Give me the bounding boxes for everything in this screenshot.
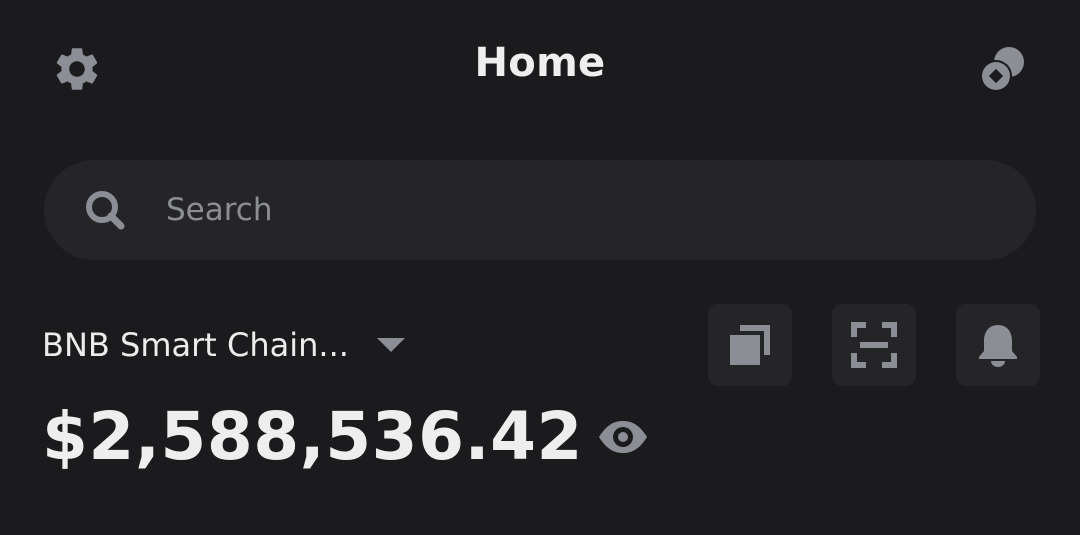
page-title-container: Home (0, 40, 1080, 86)
bell-icon (979, 325, 1017, 367)
caret-down-icon (376, 338, 405, 352)
scan-button[interactable] (832, 304, 916, 386)
network-selector[interactable]: BNB Smart Chain... (42, 326, 405, 364)
copy-icon (730, 325, 770, 365)
page-title: Home (474, 40, 606, 86)
notifications-button[interactable] (956, 304, 1040, 386)
search-input[interactable] (164, 179, 1036, 241)
network-label: BNB Smart Chain... (42, 326, 349, 364)
scan-icon (851, 322, 897, 368)
gear-icon (56, 48, 98, 90)
search-icon (82, 187, 128, 233)
coins-icon (980, 47, 1024, 92)
search-bar[interactable] (44, 160, 1036, 260)
copy-address-button[interactable] (708, 304, 792, 386)
wallet-balance: $2,588,536.42 (42, 398, 583, 475)
home-screen: Home BNB Smart Chain... (0, 0, 1080, 535)
balance-row: $2,588,536.42 (42, 398, 649, 475)
assets-button[interactable] (972, 38, 1034, 100)
settings-button[interactable] (46, 38, 108, 100)
eye-icon[interactable] (597, 417, 649, 457)
